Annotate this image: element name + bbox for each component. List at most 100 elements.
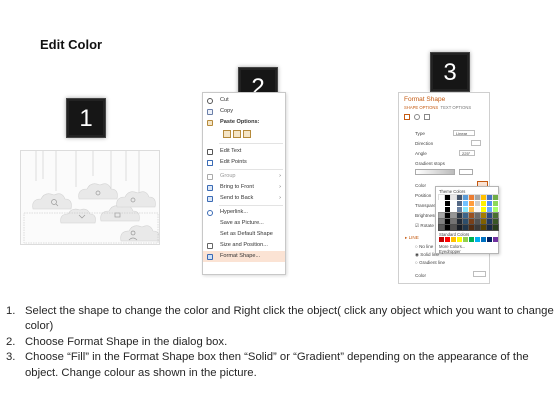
standard-color-swatch[interactable] — [445, 237, 450, 242]
theme-color-swatch[interactable] — [450, 218, 457, 225]
fill-line-icon[interactable] — [404, 114, 410, 120]
theme-color-swatch[interactable] — [450, 212, 457, 219]
theme-color-swatch[interactable] — [450, 194, 457, 201]
theme-color-swatch[interactable] — [462, 218, 469, 225]
theme-color-swatch[interactable] — [468, 218, 475, 225]
paste-picture-icon[interactable] — [243, 130, 251, 138]
menu-item-edit-text[interactable]: Edit Text — [203, 146, 285, 157]
theme-color-swatch[interactable] — [492, 200, 499, 207]
standard-color-swatch[interactable] — [493, 237, 498, 242]
theme-color-swatch[interactable] — [456, 200, 463, 207]
standard-color-swatch[interactable] — [481, 237, 486, 242]
standard-color-swatch[interactable] — [457, 237, 462, 242]
gradient-stop-buttons[interactable] — [459, 169, 473, 175]
theme-color-swatch[interactable] — [438, 194, 445, 201]
theme-color-swatch[interactable] — [468, 200, 475, 207]
effects-icon[interactable] — [414, 114, 420, 120]
standard-color-swatch[interactable] — [487, 237, 492, 242]
theme-color-swatch[interactable] — [468, 206, 475, 213]
theme-color-swatch[interactable] — [486, 212, 493, 219]
theme-color-swatch[interactable] — [480, 212, 487, 219]
menu-item-format-shape[interactable]: Format Shape... — [203, 251, 285, 262]
theme-color-swatch[interactable] — [486, 194, 493, 201]
theme-color-swatch[interactable] — [480, 206, 487, 213]
theme-color-swatch[interactable] — [480, 218, 487, 225]
theme-color-swatch[interactable] — [486, 200, 493, 207]
theme-color-swatch[interactable] — [456, 224, 463, 231]
menu-item-size-and-position[interactable]: Size and Position... — [203, 240, 285, 251]
radio-no-line[interactable]: ○ No line — [415, 244, 433, 249]
theme-color-swatch[interactable] — [438, 224, 445, 231]
tab-text-options[interactable]: TEXT OPTIONS — [441, 105, 472, 110]
slide-preview-clouds[interactable] — [20, 150, 160, 245]
theme-color-swatch[interactable] — [474, 194, 481, 201]
theme-color-swatch[interactable] — [474, 224, 481, 231]
line-section-header[interactable]: ▸ LINE — [405, 235, 419, 241]
tab-shape-options[interactable]: SHAPE OPTIONS — [404, 105, 438, 110]
angle-input[interactable]: 225° — [459, 150, 475, 156]
theme-color-swatch[interactable] — [444, 218, 451, 225]
theme-color-swatch[interactable] — [462, 224, 469, 231]
menu-item-save-as-picture[interactable]: Save as Picture... — [203, 218, 285, 229]
theme-color-swatch[interactable] — [474, 206, 481, 213]
type-dropdown[interactable]: Linear — [453, 130, 475, 136]
eyedropper-option[interactable]: Eyedropper — [439, 249, 461, 254]
menu-item-group[interactable]: Group › — [203, 171, 285, 182]
theme-color-swatch[interactable] — [444, 194, 451, 201]
theme-color-swatch[interactable] — [438, 206, 445, 213]
menu-item-send-to-back[interactable]: Send to Back › — [203, 193, 285, 204]
theme-color-swatch[interactable] — [444, 212, 451, 219]
direction-dropdown[interactable] — [471, 140, 481, 146]
standard-color-swatch[interactable] — [439, 237, 444, 242]
theme-color-swatch[interactable] — [468, 212, 475, 219]
menu-item-cut[interactable]: Cut — [203, 95, 285, 106]
theme-color-swatch[interactable] — [474, 218, 481, 225]
theme-color-swatch[interactable] — [492, 224, 499, 231]
theme-color-swatch[interactable] — [486, 224, 493, 231]
theme-color-swatch[interactable] — [438, 212, 445, 219]
menu-item-copy[interactable]: Copy — [203, 106, 285, 117]
theme-color-swatch[interactable] — [438, 200, 445, 207]
standard-color-swatch[interactable] — [451, 237, 456, 242]
theme-color-swatch[interactable] — [450, 200, 457, 207]
menu-item-bring-to-front[interactable]: Bring to Front › — [203, 182, 285, 193]
theme-color-swatch[interactable] — [450, 224, 457, 231]
theme-color-swatch[interactable] — [492, 212, 499, 219]
theme-color-swatch[interactable] — [480, 194, 487, 201]
theme-color-swatch[interactable] — [456, 194, 463, 201]
paste-merge-icon[interactable] — [233, 130, 241, 138]
theme-color-swatch[interactable] — [438, 218, 445, 225]
theme-color-swatch[interactable] — [456, 218, 463, 225]
theme-color-swatch[interactable] — [480, 224, 487, 231]
theme-color-swatch[interactable] — [456, 212, 463, 219]
paste-keep-formatting-icon[interactable] — [223, 130, 231, 138]
theme-color-swatch[interactable] — [480, 200, 487, 207]
theme-color-swatch[interactable] — [492, 206, 499, 213]
menu-item-hyperlink[interactable]: Hyperlink... — [203, 207, 285, 218]
theme-color-swatch[interactable] — [468, 224, 475, 231]
theme-color-swatch[interactable] — [474, 200, 481, 207]
theme-color-swatch[interactable] — [456, 206, 463, 213]
theme-color-swatch[interactable] — [492, 194, 499, 201]
size-properties-icon[interactable] — [424, 114, 430, 120]
theme-color-swatch[interactable] — [444, 206, 451, 213]
theme-color-swatch[interactable] — [492, 218, 499, 225]
theme-color-swatch[interactable] — [474, 212, 481, 219]
theme-color-swatch[interactable] — [462, 200, 469, 207]
theme-color-swatch[interactable] — [462, 206, 469, 213]
theme-color-swatch[interactable] — [450, 206, 457, 213]
standard-color-swatch[interactable] — [469, 237, 474, 242]
standard-color-swatch[interactable] — [463, 237, 468, 242]
radio-gradient-line[interactable]: ○ Gradient line — [415, 260, 445, 265]
theme-color-swatch[interactable] — [444, 200, 451, 207]
theme-color-swatch[interactable] — [462, 212, 469, 219]
theme-color-swatch[interactable] — [444, 224, 451, 231]
theme-color-swatch[interactable] — [468, 194, 475, 201]
line-color-button[interactable] — [473, 271, 486, 277]
theme-color-swatch[interactable] — [486, 218, 493, 225]
gradient-stops-bar[interactable] — [415, 169, 455, 175]
menu-item-set-default-shape[interactable]: Set as Default Shape — [203, 229, 285, 240]
theme-color-swatch[interactable] — [462, 194, 469, 201]
menu-item-edit-points[interactable]: Edit Points — [203, 157, 285, 168]
standard-color-swatch[interactable] — [475, 237, 480, 242]
